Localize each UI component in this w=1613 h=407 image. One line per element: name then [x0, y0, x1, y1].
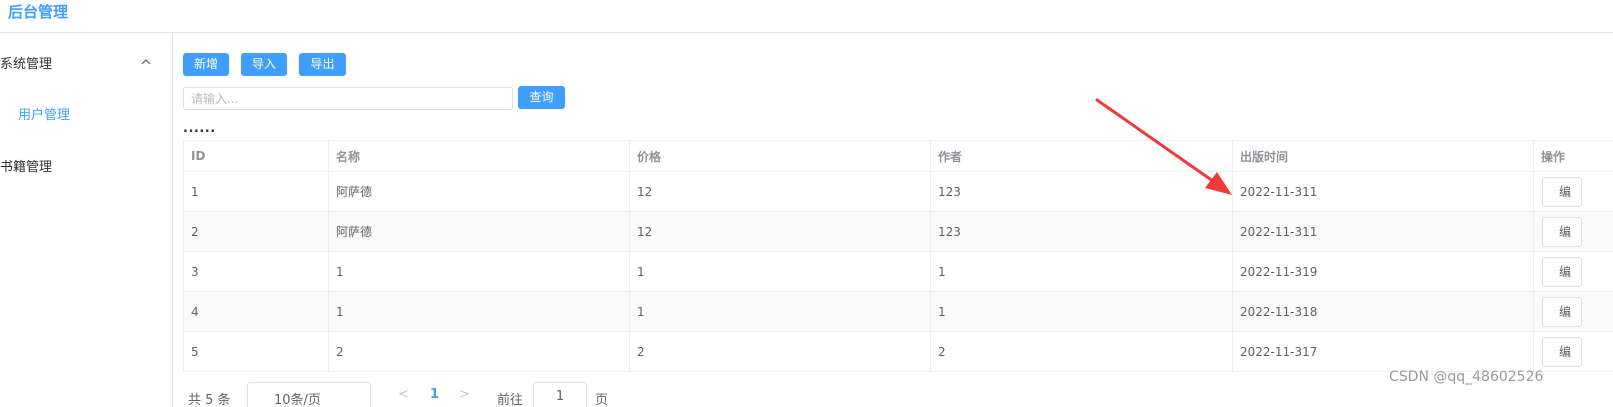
- table-cell: 2022-11-318: [1232, 291, 1534, 332]
- column-header-actions: 操作: [1533, 140, 1613, 172]
- column-header-author: 作者: [930, 140, 1233, 172]
- table-cell-actions: 编: [1533, 291, 1613, 332]
- table-cell: 12: [629, 171, 931, 212]
- table-cell: 2: [629, 331, 931, 372]
- next-page-icon[interactable]: >: [459, 387, 470, 402]
- table-cell: 2: [328, 331, 630, 372]
- sidebar: 系统管理 用户管理 书籍管理: [0, 33, 173, 407]
- table-header-row: ID 名称 价格 作者 出版时间 操作: [183, 140, 1613, 172]
- query-button[interactable]: 查询: [518, 86, 565, 109]
- sidebar-group-label: 系统管理: [0, 57, 53, 72]
- table-row: 3 1 1 1 2022-11-319 编: [183, 251, 1613, 292]
- table-cell: 1: [930, 291, 1233, 332]
- table-cell: 阿萨德: [328, 171, 630, 212]
- table-cell: 1: [629, 291, 931, 332]
- column-header-price: 价格: [629, 140, 931, 172]
- page-unit-label: 页: [595, 393, 609, 407]
- table-cell: 12: [629, 211, 931, 252]
- table-cell: 1: [183, 171, 329, 212]
- table-cell: 2022-11-311: [1232, 211, 1534, 252]
- table-cell: 2022-11-317: [1232, 331, 1534, 372]
- sidebar-group-books[interactable]: 书籍管理: [0, 156, 52, 175]
- prev-page-icon[interactable]: <: [398, 387, 409, 402]
- sidebar-group-system[interactable]: 系统管理: [0, 53, 172, 73]
- table-cell: 2022-11-319: [1232, 251, 1534, 292]
- edit-button[interactable]: 编: [1542, 336, 1582, 367]
- column-header-name: 名称: [328, 140, 630, 172]
- table-cell: 3: [183, 251, 329, 292]
- table-cell: 1: [328, 291, 630, 332]
- sidebar-group-label: 书籍管理: [0, 160, 53, 175]
- table-cell: 2: [930, 331, 1233, 372]
- edit-button[interactable]: 编: [1542, 256, 1582, 287]
- watermark: CSDN @qq_48602526: [1389, 369, 1544, 385]
- add-button[interactable]: 新增: [183, 53, 229, 76]
- page-number-current[interactable]: 1: [430, 387, 439, 402]
- table-cell-actions: 编: [1533, 211, 1613, 252]
- table-cell: 1: [629, 251, 931, 292]
- goto-label: 前往: [497, 393, 524, 407]
- table-cell: 2: [183, 211, 329, 252]
- table-cell: 4: [183, 291, 329, 332]
- import-button[interactable]: 导入: [241, 53, 287, 76]
- books-table: ID 名称 价格 作者 出版时间 操作 1 阿萨德 12 123 2022-11…: [183, 140, 1613, 372]
- table-cell: 1: [930, 251, 1233, 292]
- chevron-up-icon: [141, 59, 151, 65]
- pagination-total: 共 5 条: [188, 393, 231, 407]
- export-button[interactable]: 导出: [299, 53, 346, 76]
- sidebar-item-users[interactable]: 用户管理: [18, 104, 70, 123]
- table-row: 2 阿萨德 12 123 2022-11-311 编: [183, 211, 1613, 252]
- table-row: 5 2 2 2 2022-11-317 编: [183, 331, 1613, 372]
- table-cell: 5: [183, 331, 329, 372]
- table-cell: 1: [328, 251, 630, 292]
- page-size-select[interactable]: 10条/页: [247, 382, 371, 407]
- table-cell: 123: [930, 211, 1233, 252]
- edit-button[interactable]: 编: [1542, 296, 1582, 327]
- edit-button[interactable]: 编: [1542, 176, 1582, 207]
- column-header-publish-date: 出版时间: [1232, 140, 1534, 172]
- table-cell: 123: [930, 171, 1233, 212]
- search-input[interactable]: [183, 87, 513, 110]
- column-header-id: ID: [183, 140, 329, 172]
- edit-button[interactable]: 编: [1542, 216, 1582, 247]
- goto-page-input[interactable]: 1: [533, 382, 587, 407]
- table-cell-actions: 编: [1533, 251, 1613, 292]
- table-cell-actions: 编: [1533, 331, 1613, 372]
- pagination: 共 5 条 10条/页 < 1 > 前往 1 页: [0, 381, 700, 407]
- table-cell: 阿萨德: [328, 211, 630, 252]
- app-title: 后台管理: [8, 3, 69, 21]
- table-row: 4 1 1 1 2022-11-318 编: [183, 291, 1613, 332]
- table-cell: 2022-11-311: [1232, 171, 1534, 212]
- table-row: 1 阿萨德 12 123 2022-11-311 编: [183, 171, 1613, 212]
- table-cell-actions: 编: [1533, 171, 1613, 212]
- top-bar: 后台管理: [0, 0, 1613, 33]
- page-size-value: 10条/页: [274, 393, 321, 407]
- ellipsis-text: ......: [183, 121, 216, 136]
